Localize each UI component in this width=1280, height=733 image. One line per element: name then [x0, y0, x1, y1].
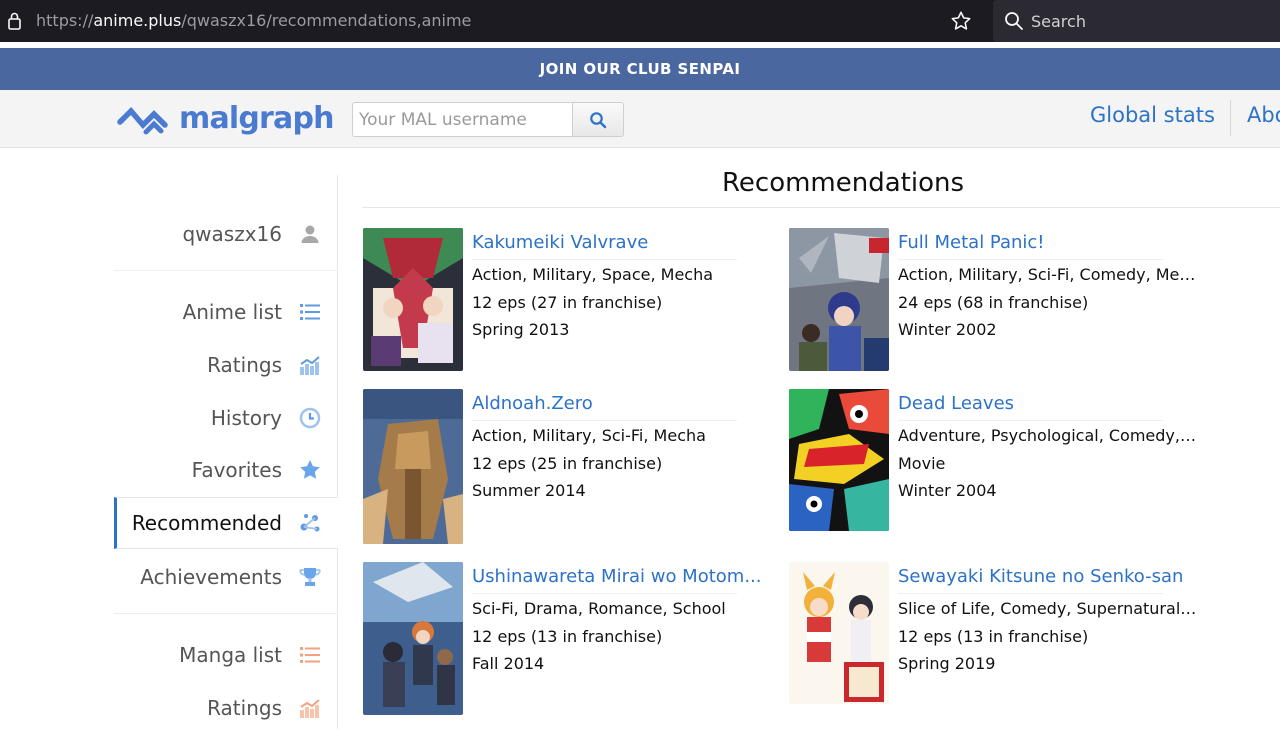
recommendation-card: Full Metal Panic! Action, Military, Sci-… — [789, 228, 1209, 383]
poster-image[interactable] — [789, 389, 889, 531]
browser-search-box[interactable]: Search — [993, 0, 1280, 42]
card-divider — [898, 420, 1163, 421]
poster-image[interactable] — [363, 562, 463, 715]
sidebar-item-label: Ratings — [207, 353, 282, 377]
bar-chart-icon — [300, 699, 320, 718]
poster-image[interactable] — [789, 228, 889, 371]
recommendation-card: Kakumeiki Valvrave Action, Military, Spa… — [363, 228, 783, 383]
card-divider — [472, 259, 737, 260]
search-icon — [590, 111, 607, 128]
poster-image[interactable] — [363, 389, 463, 544]
card-divider — [472, 420, 737, 421]
search-icon — [1005, 12, 1023, 30]
anime-episodes: 12 eps (13 in franchise) — [898, 627, 1089, 646]
anime-genres: Action, Military, Space, Mecha — [472, 265, 714, 284]
bar-chart-icon — [300, 356, 320, 375]
sidebar-item-label: Achievements — [140, 565, 282, 589]
anime-episodes: 12 eps (27 in franchise) — [472, 293, 663, 312]
list-icon — [300, 647, 320, 663]
sidebar-item-manga-list[interactable]: Manga list — [114, 630, 338, 680]
user-icon — [301, 225, 319, 243]
address-bar[interactable]: https://anime.plus/qwaszx16/recommendati… — [0, 0, 982, 42]
sidebar-divider — [114, 613, 338, 614]
banner-text[interactable]: JOIN OUR CLUB SENPAI — [540, 60, 741, 78]
sidebar-item-label: History — [210, 406, 282, 430]
trophy-icon — [299, 568, 321, 586]
mal-username-input[interactable] — [352, 102, 574, 137]
bookmark-star-icon[interactable] — [950, 10, 972, 32]
anime-title-link[interactable]: Aldnoah.Zero — [472, 393, 593, 414]
username-search-button[interactable] — [572, 102, 624, 137]
sidebar-item-anime-ratings[interactable]: Ratings — [114, 340, 338, 390]
card-divider — [472, 593, 737, 594]
browser-search-label: Search — [1031, 12, 1086, 31]
lock-icon[interactable] — [8, 12, 21, 30]
site-header: malgraph Global stats Abo — [0, 90, 1280, 148]
anime-title-link[interactable]: Sewayaki Kitsune no Senko-san — [898, 566, 1183, 587]
anime-season: Winter 2002 — [898, 320, 997, 339]
sidebar-user-profile[interactable]: qwaszx16 — [114, 209, 338, 259]
anime-title-link[interactable]: Kakumeiki Valvrave — [472, 232, 648, 253]
anime-genres: Action, Military, Sci-Fi, Mecha — [472, 426, 706, 445]
title-divider — [362, 207, 1280, 208]
url-prefix: https:// — [36, 11, 94, 30]
sidebar-item-label: Recommended — [131, 511, 282, 535]
sidebar-divider — [114, 270, 338, 271]
anime-season: Spring 2013 — [472, 320, 570, 339]
recommendation-card: Dead Leaves Adventure, Psychological, Co… — [789, 389, 1209, 544]
sidebar-item-label: Anime list — [182, 300, 282, 324]
anime-genres: Action, Military, Sci-Fi, Comedy, Mec... — [898, 265, 1198, 284]
recommendation-card: Ushinawareta Mirai wo Motom... Sci-Fi, D… — [363, 562, 783, 717]
anime-genres: Adventure, Psychological, Comedy, ... — [898, 426, 1198, 445]
browser-toolbar: https://anime.plus/qwaszx16/recommendati… — [0, 0, 1280, 42]
anime-title-link[interactable]: Dead Leaves — [898, 393, 1014, 414]
club-banner[interactable]: JOIN OUR CLUB SENPAI — [0, 48, 1280, 90]
sidebar-item-achievements[interactable]: Achievements — [114, 552, 338, 602]
sidebar-item-label: Ratings — [207, 696, 282, 720]
sidebar-item-manga-ratings[interactable]: Ratings — [114, 683, 338, 733]
sidebar-item-anime-list[interactable]: Anime list — [114, 287, 338, 337]
sidebar-item-favorites[interactable]: Favorites — [114, 445, 338, 495]
anime-season: Spring 2019 — [898, 654, 996, 673]
list-icon — [300, 304, 320, 320]
card-divider — [898, 593, 1163, 594]
anime-title-link[interactable]: Full Metal Panic! — [898, 232, 1045, 253]
anime-episodes: 12 eps (25 in franchise) — [472, 454, 663, 473]
anime-title-link[interactable]: Ushinawareta Mirai wo Motom... — [472, 566, 762, 587]
logo-mark-icon — [117, 106, 168, 135]
recommend-icon — [300, 514, 320, 532]
nav-global-stats[interactable]: Global stats — [1090, 103, 1215, 127]
poster-image[interactable] — [789, 562, 889, 704]
history-icon — [299, 407, 321, 429]
sidebar-item-label: Favorites — [191, 458, 282, 482]
nav-divider — [1230, 100, 1231, 136]
recommendation-card: Aldnoah.Zero Action, Military, Sci-Fi, M… — [363, 389, 783, 544]
logo-text: malgraph — [179, 101, 335, 136]
url-host: anime.plus — [93, 11, 182, 30]
anime-genres: Sci-Fi, Drama, Romance, School — [472, 599, 726, 618]
card-divider — [898, 259, 1163, 260]
sidebar-item-recommended[interactable]: Recommended — [114, 497, 338, 549]
nav-about[interactable]: Abo — [1247, 103, 1280, 127]
star-icon — [300, 460, 320, 479]
page-title: Recommendations — [722, 168, 965, 198]
recommendation-card: Sewayaki Kitsune no Senko-san Slice of L… — [789, 562, 1209, 717]
anime-episodes: 12 eps (13 in franchise) — [472, 627, 663, 646]
url-text[interactable]: https://anime.plus/qwaszx16/recommendati… — [36, 11, 471, 30]
site-logo[interactable]: malgraph — [117, 101, 335, 136]
anime-season: Winter 2004 — [898, 481, 997, 500]
sidebar-item-label: Manga list — [179, 643, 282, 667]
anime-genres: Slice of Life, Comedy, Supernatural,... — [898, 599, 1198, 618]
anime-season: Summer 2014 — [472, 481, 586, 500]
anime-episodes: Movie — [898, 454, 946, 473]
url-path: /qwaszx16/recommendations,anime — [181, 11, 472, 30]
sidebar-username: qwaszx16 — [182, 222, 282, 246]
anime-episodes: 24 eps (68 in franchise) — [898, 293, 1089, 312]
sidebar-item-history[interactable]: History — [114, 393, 338, 443]
anime-season: Fall 2014 — [472, 654, 545, 673]
poster-image[interactable] — [363, 228, 463, 371]
